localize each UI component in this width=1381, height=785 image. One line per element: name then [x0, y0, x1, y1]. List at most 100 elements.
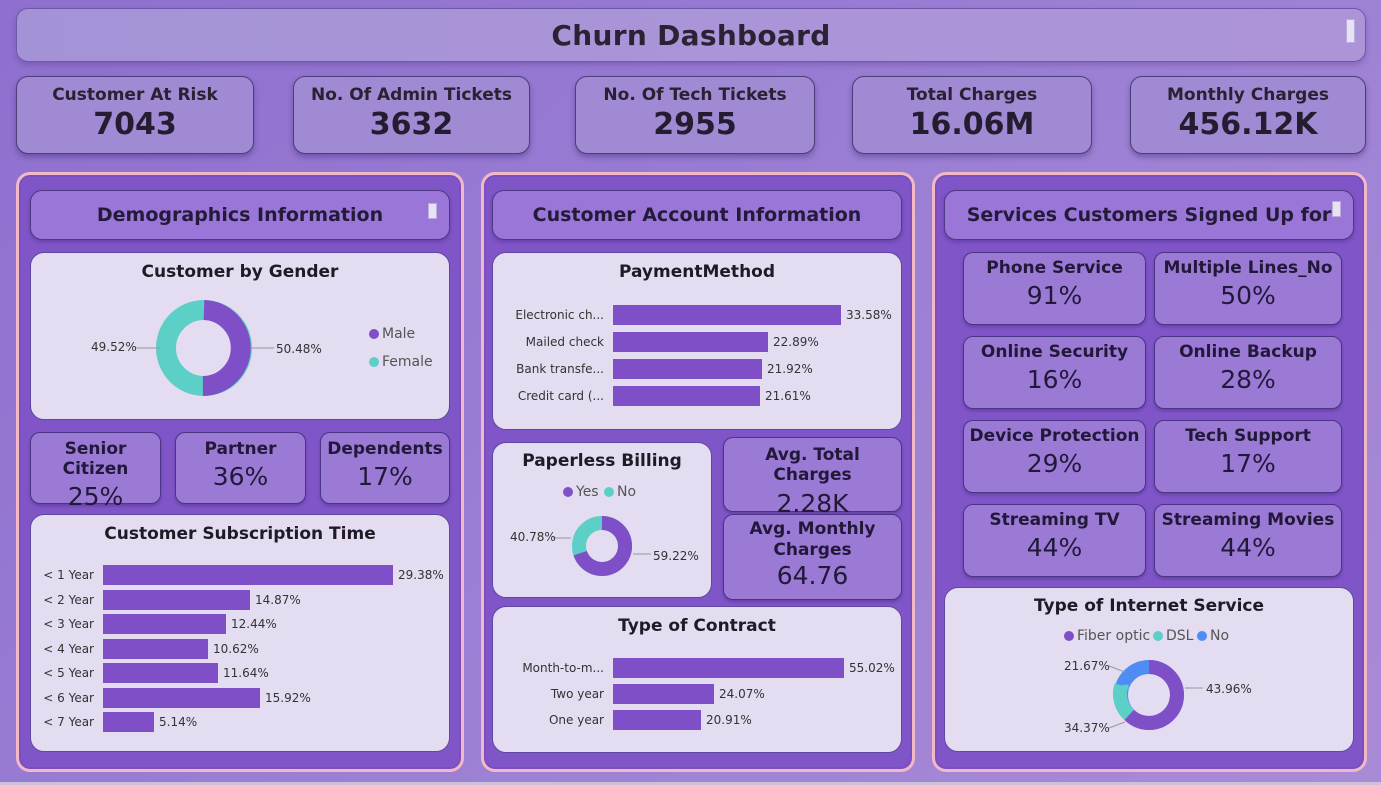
paperless-card: Paperless Billing Yes No 40.78% 59.22%	[492, 442, 712, 598]
internet-donut-chart	[1108, 660, 1203, 730]
bar-category-label: < 3 Year	[43, 617, 94, 631]
dsl-data-label: 34.37%	[1064, 721, 1110, 735]
tile-value: 28%	[1220, 365, 1276, 394]
legend-label: Female	[382, 354, 433, 370]
bar-row: Bank transfe... 21.92%	[493, 359, 813, 379]
bar-data-label: 5.14%	[159, 715, 198, 729]
bar-data-label: 15.92%	[265, 690, 311, 705]
tile-value: 25%	[67, 482, 124, 511]
bar[interactable]	[103, 663, 218, 683]
bar-row: Electronic ch... 33.58%	[493, 305, 892, 325]
bar[interactable]	[613, 386, 760, 406]
bar[interactable]	[103, 638, 208, 659]
leader-line	[1108, 721, 1126, 729]
tile-value: 29%	[1026, 449, 1083, 478]
section-title: Services Customers Signed Up for	[966, 204, 1332, 226]
bar-row: One year 20.91%	[493, 710, 752, 730]
bar-category-label: Electronic ch...	[515, 308, 604, 322]
bar-data-label: 20.91%	[706, 713, 752, 727]
bar[interactable]	[103, 589, 250, 610]
focus-mode-icon[interactable]	[428, 203, 437, 219]
bar-row: Credit card (... 21.61%	[493, 386, 811, 406]
kpi-tech-tickets: No. Of Tech Tickets 2955	[575, 76, 815, 154]
bar-category-label: Mailed check	[525, 335, 604, 349]
bar[interactable]	[613, 658, 844, 678]
bar-category-label: One year	[548, 713, 604, 727]
bar[interactable]	[613, 684, 714, 704]
bar[interactable]	[613, 710, 701, 730]
focus-mode-icon[interactable]	[1346, 19, 1355, 43]
tile-value: 44%	[1026, 533, 1083, 562]
bar-row: Two year 24.07%	[493, 684, 765, 704]
tile-label: Dependents	[327, 439, 443, 459]
focus-mode-icon[interactable]	[1332, 201, 1341, 217]
tile-label: Tech Support	[1185, 426, 1311, 446]
tile-label: Streaming Movies	[1161, 510, 1335, 530]
legend-item-female[interactable]: Female	[369, 354, 433, 370]
kpi-value: 2955	[653, 107, 737, 142]
tile-senior-citizen: Senior Citizen 25%	[30, 432, 161, 511]
bar[interactable]	[103, 614, 226, 634]
tile-partner: Partner 36%	[175, 432, 306, 504]
bar[interactable]	[613, 332, 768, 352]
bar-category-label: Credit card (...	[517, 389, 604, 403]
tile-avg-total-charges: Avg. Total Charges 2.28K	[723, 437, 902, 518]
section-title: Customer Account Information	[532, 204, 862, 226]
bar-data-label: 21.92%	[767, 362, 813, 376]
tile-value: 44%	[1220, 533, 1276, 562]
kpi-label: Customer At Risk	[52, 85, 218, 105]
contract-bar-chart: Month-to-m... 55.02% Two year 24.07% One yea…	[493, 607, 903, 754]
demographics-header: Demographics Information	[30, 190, 450, 240]
bar-category-label: Two year	[550, 687, 604, 701]
bar[interactable]	[103, 687, 260, 708]
bar-data-label: 55.02%	[849, 661, 895, 675]
male-dot-icon	[369, 329, 379, 339]
bar-row: < 4 Year 10.62%	[31, 638, 259, 659]
tile-value: 91%	[1026, 281, 1083, 310]
kpi-total-charges: Total Charges 16.06M	[852, 76, 1092, 154]
kpi-value: 16.06M	[909, 107, 1035, 142]
tile-online-security: Online Security 16%	[963, 336, 1146, 409]
tile-label: Partner	[204, 439, 277, 459]
bar[interactable]	[613, 359, 762, 379]
kpi-label: No. Of Admin Tickets	[310, 85, 513, 105]
payment-bar-chart: Electronic ch... 33.58% Mailed check 22.89%…	[493, 253, 903, 431]
kpi-value: 7043	[93, 107, 177, 142]
bar-data-label: 12.44%	[231, 617, 277, 631]
tile-avg-monthly-charges: Avg. Monthly Charges 64.76	[723, 514, 902, 600]
account-header: Customer Account Information	[492, 190, 902, 240]
leader-line	[1108, 665, 1126, 673]
gender-card: Customer by Gender 49.52% 50.48% Male Fe…	[30, 252, 450, 420]
subscription-card: Customer Subscription Time < 1 Year 29.38…	[30, 514, 450, 752]
bar-category-label: < 5 Year	[43, 666, 94, 680]
tile-value: 16%	[1026, 365, 1083, 394]
tile-label: Device Protection	[969, 426, 1140, 446]
female-data-label: 49.52%	[91, 340, 137, 354]
tile-value: 50%	[1220, 281, 1276, 310]
male-slice[interactable]	[202, 300, 251, 396]
kpi-customer-at-risk: Customer At Risk 7043	[16, 76, 254, 154]
fiber-data-label: 43.96%	[1206, 682, 1252, 696]
no-data-label: 21.67%	[1064, 659, 1110, 673]
male-data-label: 50.48%	[276, 342, 322, 356]
bar-row: < 3 Year 12.44%	[31, 614, 277, 634]
tile-label: Online Backup	[1179, 342, 1317, 362]
payment-card: PaymentMethod Electronic ch... 33.58% Mail…	[492, 252, 902, 430]
services-header: Services Customers Signed Up for	[944, 190, 1354, 240]
title-bar: Churn Dashboard	[16, 8, 1366, 62]
tile-value: 36%	[212, 462, 269, 491]
kpi-monthly-charges: Monthly Charges 456.12K	[1130, 76, 1366, 154]
bar[interactable]	[613, 305, 841, 325]
legend-item-male[interactable]: Male	[369, 326, 415, 342]
bar[interactable]	[103, 565, 393, 585]
female-dot-icon	[369, 357, 379, 367]
bar[interactable]	[103, 712, 154, 732]
bar-row: Mailed check 22.89%	[493, 332, 819, 352]
tile-label: Senior Citizen	[62, 439, 129, 479]
tile-phone-service: Phone Service 91%	[963, 252, 1146, 325]
bar-data-label: 21.61%	[765, 389, 811, 403]
kpi-label: Monthly Charges	[1166, 85, 1329, 105]
bar-data-label: 14.87%	[255, 592, 301, 607]
subscription-bar-chart: < 1 Year 29.38% < 2 Year 14.87% < 3 Year 12.4…	[31, 515, 451, 753]
tile-streaming-movies: Streaming Movies 44%	[1154, 504, 1342, 577]
